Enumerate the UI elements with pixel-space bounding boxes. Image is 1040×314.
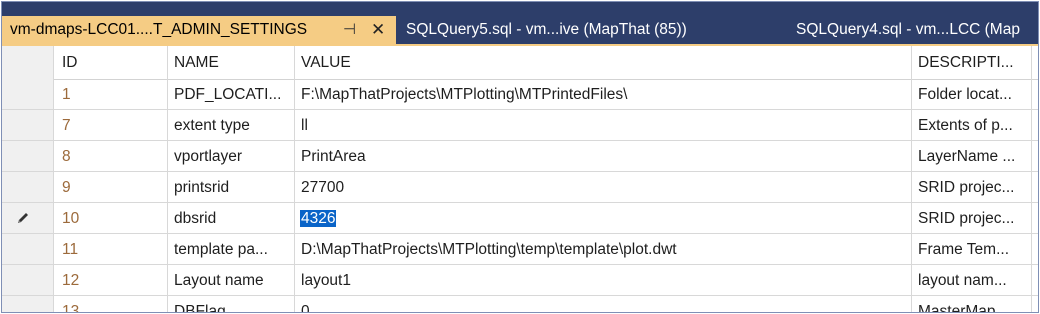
cell-id[interactable]: 1	[54, 79, 168, 110]
row-filler	[1032, 110, 1038, 141]
cell-id[interactable]: 10	[54, 203, 168, 234]
cell-description[interactable]: LayerName ...	[912, 141, 1032, 172]
grid-header-row: ID NAME VALUE DESCRIPTI...	[2, 46, 1038, 80]
cell-value[interactable]: ll	[295, 110, 912, 141]
cell-description[interactable]: SRID projec...	[912, 203, 1032, 234]
cell-value[interactable]: 27700	[295, 172, 912, 203]
cell-description[interactable]: Extents of p...	[912, 110, 1032, 141]
table-row[interactable]: 8 vportlayer PrintArea LayerName ...	[2, 141, 1038, 172]
close-icon[interactable]: ✕	[371, 16, 385, 44]
table-row-editing[interactable]: 10 dbsrid 4326 SRID projec...	[2, 203, 1038, 234]
cell-value[interactable]: 0	[295, 296, 912, 312]
row-filler	[1032, 141, 1038, 172]
cell-value-editing[interactable]: 4326	[295, 203, 912, 234]
cell-value[interactable]: layout1	[295, 265, 912, 296]
column-header-name[interactable]: NAME	[168, 46, 295, 79]
cell-name[interactable]: Layout name	[168, 265, 295, 296]
table-row[interactable]: 13 DBFlag 0 MasterMap...	[2, 296, 1038, 312]
table-row[interactable]: 1 PDF_LOCATI... F:\MapThatProjects\MTPlo…	[2, 79, 1038, 110]
table-row[interactable]: 9 printsrid 27700 SRID projec...	[2, 172, 1038, 203]
row-selector[interactable]	[2, 234, 54, 265]
tab-label: SQLQuery4.sql - vm...LCC (Map	[796, 21, 1020, 38]
cell-id[interactable]: 8	[54, 141, 168, 172]
row-selector[interactable]	[2, 265, 54, 296]
column-header-id[interactable]: ID	[54, 46, 168, 79]
cell-id[interactable]: 9	[54, 172, 168, 203]
cell-value[interactable]: PrintArea	[295, 141, 912, 172]
column-header-value[interactable]: VALUE	[295, 46, 912, 79]
row-filler	[1032, 296, 1038, 312]
cell-name[interactable]: dbsrid	[168, 203, 295, 234]
cell-description[interactable]: Frame Tem...	[912, 234, 1032, 265]
column-header-description[interactable]: DESCRIPTI...	[912, 46, 1032, 79]
pin-icon[interactable]: ⊣	[343, 16, 356, 44]
column-header-filler	[1032, 46, 1038, 79]
row-selector[interactable]	[2, 141, 54, 172]
cell-id[interactable]: 13	[54, 296, 168, 312]
cell-name[interactable]: DBFlag	[168, 296, 295, 312]
row-filler	[1032, 203, 1038, 234]
cell-id[interactable]: 11	[54, 234, 168, 265]
cell-name[interactable]: printsrid	[168, 172, 295, 203]
selected-value-text[interactable]: 4326	[300, 210, 337, 227]
row-selector[interactable]	[2, 296, 54, 312]
row-filler	[1032, 265, 1038, 296]
row-selector[interactable]	[2, 79, 54, 110]
cell-description[interactable]: layout nam...	[912, 265, 1032, 296]
cell-name[interactable]: vportlayer	[168, 141, 295, 172]
row-filler	[1032, 172, 1038, 203]
pencil-icon	[18, 213, 28, 223]
cell-description[interactable]: Folder locat...	[912, 79, 1032, 110]
table-row[interactable]: 12 Layout name layout1 layout nam...	[2, 265, 1038, 296]
document-tab-strip: vm-dmaps-LCC01....T_ADMIN_SETTINGS ⊣ ✕ S…	[2, 2, 1038, 45]
cell-description[interactable]: SRID projec...	[912, 172, 1032, 203]
cell-id[interactable]: 12	[54, 265, 168, 296]
cell-name[interactable]: PDF_LOCATI...	[168, 79, 295, 110]
tab-label: vm-dmaps-LCC01....T_ADMIN_SETTINGS	[10, 21, 308, 38]
tab-admin-settings[interactable]: vm-dmaps-LCC01....T_ADMIN_SETTINGS ⊣ ✕	[2, 16, 396, 45]
cell-description[interactable]: MasterMap...	[912, 296, 1032, 312]
tab-sqlquery5[interactable]: SQLQuery5.sql - vm...ive (MapThat (85))	[406, 16, 786, 44]
cell-name[interactable]: extent type	[168, 110, 295, 141]
row-selector[interactable]	[2, 110, 54, 141]
table-row[interactable]: 7 extent type ll Extents of p...	[2, 110, 1038, 141]
cell-name[interactable]: template pa...	[168, 234, 295, 265]
tab-label: SQLQuery5.sql - vm...ive (MapThat (85))	[406, 21, 687, 38]
row-selector-header[interactable]	[2, 46, 54, 79]
cell-value[interactable]: F:\MapThatProjects\MTPlotting\MTPrintedF…	[295, 79, 912, 110]
row-selector[interactable]	[2, 172, 54, 203]
row-filler	[1032, 234, 1038, 265]
table-row[interactable]: 11 template pa... D:\MapThatProjects\MTP…	[2, 234, 1038, 265]
row-filler	[1032, 79, 1038, 110]
cell-id[interactable]: 7	[54, 110, 168, 141]
tab-sqlquery4[interactable]: SQLQuery4.sql - vm...LCC (Map	[796, 16, 1038, 44]
cell-value[interactable]: D:\MapThatProjects\MTPlotting\temp\templ…	[295, 234, 912, 265]
editor-window: vm-dmaps-LCC01....T_ADMIN_SETTINGS ⊣ ✕ S…	[1, 1, 1039, 313]
row-selector[interactable]	[2, 203, 54, 234]
